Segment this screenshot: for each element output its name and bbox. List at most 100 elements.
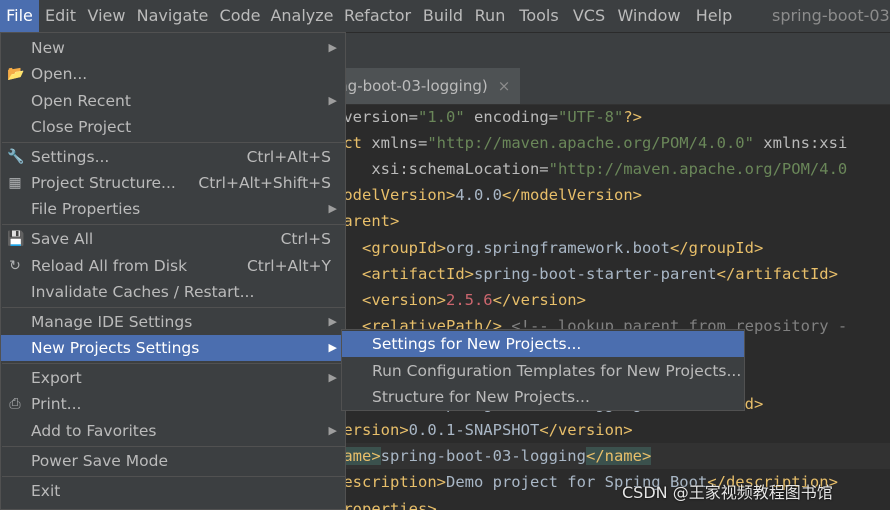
- code-line: version>0.0.1-SNAPSHOT</version>: [334, 417, 890, 443]
- menu-vcs[interactable]: VCS: [570, 0, 608, 32]
- code-token: "http://maven.apache.org/POM/4.0.0": [427, 134, 754, 153]
- menu-item-label: Power Save Mode: [31, 452, 168, 470]
- menu-separator: [2, 476, 345, 477]
- submenu-item-run-configuration-templates-for-new-projects[interactable]: Run Configuration Templates for New Proj…: [342, 358, 744, 384]
- code-line: name>spring-boot-03-logging</name>: [334, 443, 890, 470]
- menu-item-label: Settings...: [31, 148, 110, 166]
- code-line: parent>: [334, 208, 890, 234]
- save-icon: 💾: [7, 231, 25, 247]
- menu-item-invalidate-caches-restart[interactable]: Invalidate Caches / Restart...: [1, 279, 345, 305]
- menu-item-label: Print...: [31, 395, 82, 413]
- code-line: ect xmlns="http://maven.apache.org/POM/4…: [334, 130, 890, 156]
- code-token: description>: [334, 473, 446, 492]
- menu-item-label: Close Project: [31, 118, 132, 136]
- code-token: xmlns=: [371, 134, 428, 153]
- menu-item-label: New: [31, 39, 65, 57]
- code-token: </version>: [492, 290, 586, 309]
- watermark: CSDN @王家视频教程图书馆: [622, 483, 833, 502]
- menu-item-project-structure[interactable]: ▦ Project Structure... Ctrl+Alt+Shift+S: [1, 170, 345, 196]
- submenu-item-label: Settings for New Projects...: [372, 335, 582, 353]
- code-token: </name>: [585, 447, 652, 466]
- code-line: version="1.0" encoding="UTF-8"?>: [334, 104, 890, 130]
- submenu-arrow-icon: ▶: [328, 94, 337, 107]
- menu-item-new[interactable]: New ▶: [1, 35, 345, 61]
- code-editor[interactable]: version="1.0" encoding="UTF-8"?> ect xmln…: [334, 104, 890, 510]
- submenu-arrow-icon: ▶: [328, 41, 337, 54]
- menu-item-label: Project Structure...: [31, 174, 176, 192]
- window-title: spring-boot-03-: [772, 6, 890, 25]
- folder-icon: 📂: [7, 66, 25, 82]
- menu-item-save-all[interactable]: 💾 Save All Ctrl+S: [1, 226, 345, 252]
- menu-edit[interactable]: Edit: [41, 0, 80, 32]
- project-structure-icon: ▦: [8, 175, 22, 191]
- editor-tab-label: ing-boot-03-logging): [334, 77, 488, 95]
- menu-item-label: Invalidate Caches / Restart...: [31, 283, 255, 301]
- reload-icon: ↻: [9, 258, 21, 274]
- menu-navigate[interactable]: Navigate: [135, 0, 210, 32]
- code-line: modelVersion>4.0.0</modelVersion>: [334, 182, 890, 208]
- code-line: <groupId>org.springframework.boot</group…: [334, 235, 890, 261]
- code-token: properties>: [334, 499, 437, 510]
- code-line: <artifactId>spring-boot-starter-parent</…: [334, 261, 890, 287]
- code-token: </groupId>: [669, 238, 764, 257]
- code-token: spring-boot-starter-parent: [473, 264, 717, 283]
- code-token: <groupId>: [334, 238, 446, 257]
- menu-item-add-to-favorites[interactable]: Add to Favorites ▶: [1, 418, 345, 444]
- menu-separator: [2, 307, 345, 308]
- code-token: encoding=: [464, 108, 558, 126]
- menu-item-label: Save All: [31, 230, 94, 248]
- menu-item-exit[interactable]: Exit: [1, 478, 345, 504]
- menu-item-shortcut: Ctrl+Alt+Y: [246, 257, 331, 275]
- new-projects-settings-submenu: Settings for New Projects... Run Configur…: [341, 329, 745, 411]
- menu-view[interactable]: View: [84, 0, 129, 32]
- menu-analyze[interactable]: Analyze: [270, 0, 334, 32]
- code-token: version=: [334, 108, 418, 126]
- menu-item-manage-ide-settings[interactable]: Manage IDE Settings ▶: [1, 309, 345, 335]
- menu-item-shortcut: Ctrl+S: [280, 230, 331, 248]
- menu-item-file-properties[interactable]: File Properties ▶: [1, 196, 345, 222]
- submenu-arrow-icon: ▶: [328, 424, 337, 437]
- code-token: <version>: [334, 290, 446, 309]
- menu-item-label: New Projects Settings: [31, 339, 200, 357]
- submenu-item-label: Structure for New Projects...: [372, 388, 590, 406]
- code-token: "1.0": [418, 108, 465, 126]
- menu-item-print[interactable]: ⎙ Print...: [1, 391, 345, 417]
- submenu-item-structure-for-new-projects[interactable]: Structure for New Projects...: [342, 384, 744, 410]
- menu-build[interactable]: Build: [421, 0, 465, 32]
- menu-separator: [2, 363, 345, 364]
- menu-separator: [2, 446, 345, 447]
- menu-file[interactable]: File: [0, 0, 39, 32]
- code-token: </artifactId>: [716, 264, 838, 283]
- menu-item-reload-all-from-disk[interactable]: ↻ Reload All from Disk Ctrl+Alt+Y: [1, 253, 345, 279]
- menu-item-shortcut: Ctrl+Alt+Shift+S: [198, 174, 331, 192]
- close-icon[interactable]: ×: [498, 77, 511, 95]
- menu-item-open-recent[interactable]: Open Recent ▶: [1, 88, 345, 114]
- menu-item-close-project[interactable]: Close Project: [1, 114, 345, 140]
- menu-run[interactable]: Run: [472, 0, 508, 32]
- menu-item-new-projects-settings[interactable]: New Projects Settings ▶: [1, 335, 345, 361]
- code-token: modelVersion>: [334, 186, 456, 205]
- menu-item-export[interactable]: Export ▶: [1, 365, 345, 391]
- submenu-arrow-icon: ▶: [328, 202, 337, 215]
- menu-item-open[interactable]: 📂 Open...: [1, 61, 345, 87]
- code-token: org.springframework.boot: [445, 238, 670, 257]
- code-token: "UTF-8": [558, 108, 624, 126]
- menu-window[interactable]: Window: [614, 0, 684, 32]
- menu-item-power-save-mode[interactable]: Power Save Mode: [1, 448, 345, 474]
- menu-item-label: Open...: [31, 65, 88, 83]
- menu-refactor[interactable]: Refactor: [340, 0, 415, 32]
- menu-item-label: Manage IDE Settings: [31, 313, 193, 331]
- code-token: "http://maven.apache.org/POM/4.0: [548, 160, 848, 179]
- submenu-item-settings-for-new-projects[interactable]: Settings for New Projects...: [342, 331, 744, 357]
- menu-item-settings[interactable]: 🔧 Settings... Ctrl+Alt+S: [1, 144, 345, 170]
- code-token: xsi:schemaLocation=: [334, 160, 549, 179]
- menu-item-label: Open Recent: [31, 92, 131, 110]
- menu-tools[interactable]: Tools: [514, 0, 564, 32]
- code-token: spring-boot-03-logging: [380, 447, 586, 466]
- menu-code[interactable]: Code: [216, 0, 264, 32]
- submenu-arrow-icon: ▶: [328, 315, 337, 328]
- editor-tab-pom[interactable]: ing-boot-03-logging) ×: [334, 68, 521, 104]
- code-line: xsi:schemaLocation="http://maven.apache.…: [334, 156, 890, 182]
- main-menu-bar: File Edit View Navigate Code Analyze Refactor B…: [0, 0, 890, 33]
- menu-help[interactable]: Help: [690, 0, 738, 32]
